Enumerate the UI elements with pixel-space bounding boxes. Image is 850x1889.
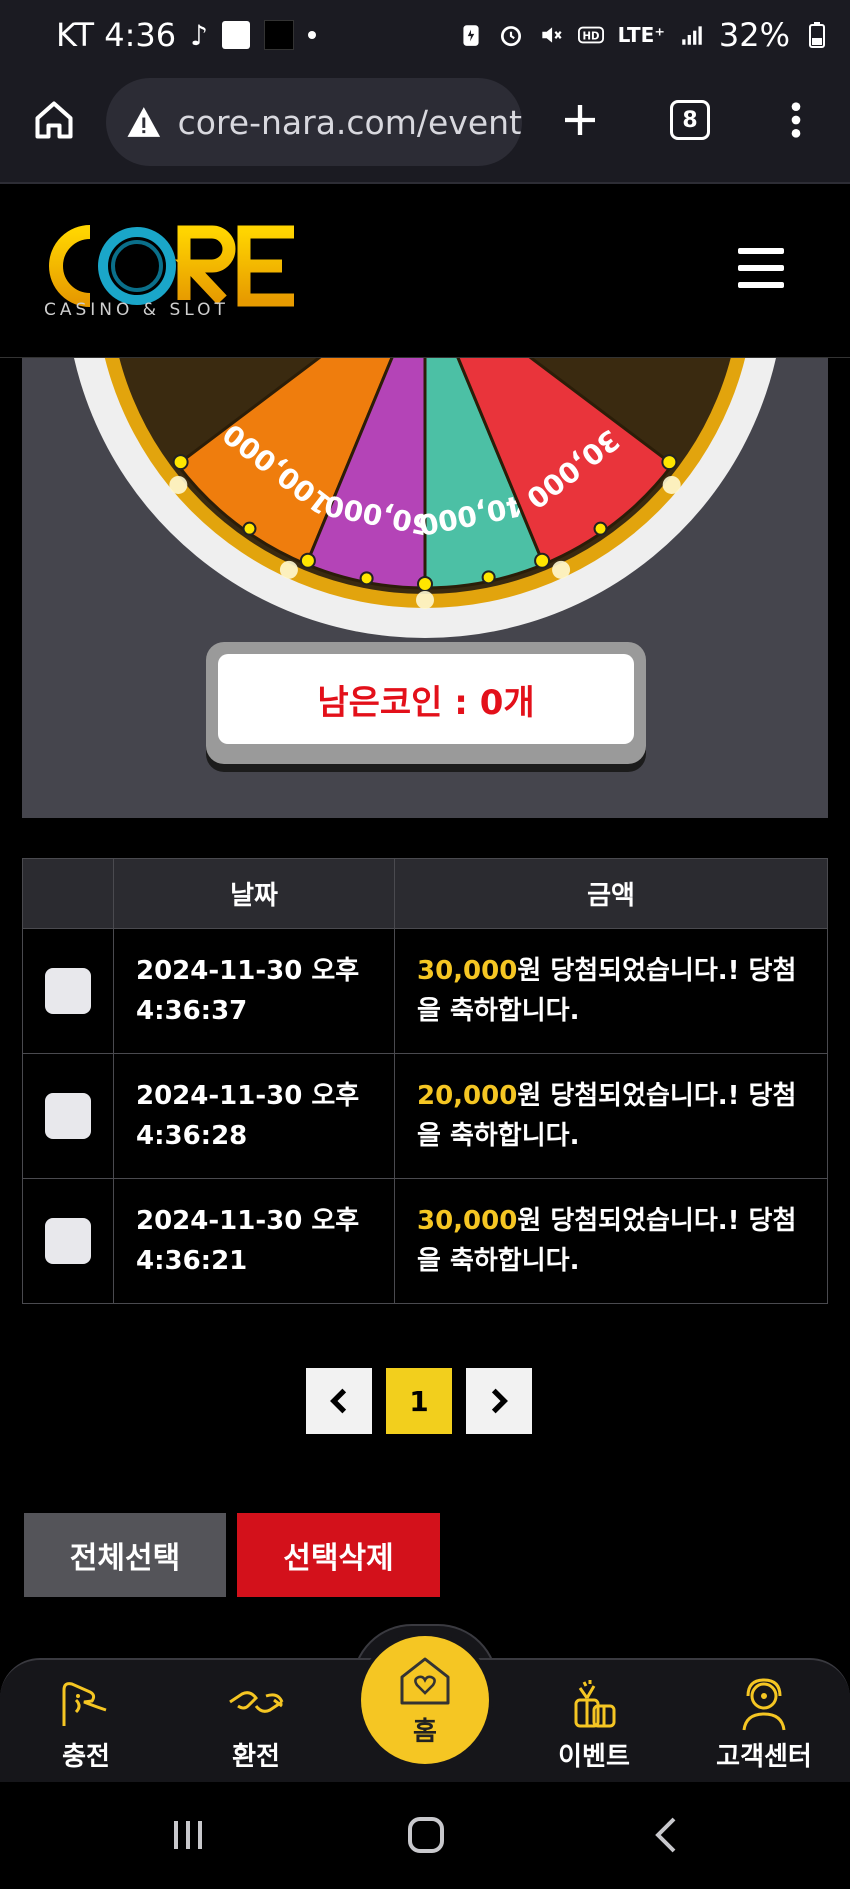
page-1-button[interactable]: 1 — [386, 1368, 452, 1434]
select-all-button[interactable]: 전체선택 — [24, 1513, 226, 1597]
address-bar[interactable]: core-nara.com/event — [106, 78, 522, 166]
nav-charge-label: 충전 — [62, 1742, 110, 1772]
url-text: core-nara.com/event — [177, 102, 522, 142]
alarm-icon — [500, 26, 521, 47]
logo-subtitle: CASINO & SLOT — [44, 300, 229, 320]
row-date: 2024-11-30 오후 — [136, 1206, 360, 1236]
tab-count: 8 — [670, 100, 710, 140]
battery-icon — [809, 22, 825, 48]
nav-support-label: 고객센터 — [716, 1742, 812, 1772]
warning-icon — [127, 107, 161, 137]
signal-icon — [682, 26, 702, 45]
table-header-row: 날짜 금액 — [22, 858, 828, 929]
exchange-hand-icon — [229, 1691, 284, 1713]
delete-selected-button[interactable]: 선택삭제 — [237, 1513, 440, 1597]
remaining-coins-text: 남은코인 : 0개 — [317, 682, 535, 723]
more-menu-icon[interactable] — [766, 90, 826, 150]
site-header: CASINO & SLOT — [0, 186, 850, 358]
wheel-peg — [593, 521, 608, 536]
header-date: 날짜 — [113, 858, 395, 929]
home-icon[interactable] — [24, 90, 84, 150]
recent-apps-icon[interactable] — [158, 1810, 218, 1860]
tab-switcher-button[interactable]: 8 — [660, 90, 720, 150]
android-navigation-bar — [0, 1782, 850, 1889]
wheel-rim-light — [169, 475, 188, 494]
notes-icon — [221, 21, 250, 49]
wheel-peg — [242, 521, 257, 536]
wheel-peg — [661, 454, 678, 471]
win-history-table: 날짜 금액 2024-11-30 오후 4:36:37 30,000원 당첨되었습… — [22, 858, 828, 1304]
roulette-panel: 100,000 50,000 40,000 30,000 남은코인 : 0개 — [22, 358, 828, 818]
row-checkbox[interactable] — [45, 1093, 91, 1139]
home-heart-icon — [400, 1657, 450, 1704]
wheel-rim-light — [416, 591, 434, 609]
hamburger-menu-icon[interactable] — [738, 248, 784, 288]
nav-event[interactable]: 이벤트 — [524, 1676, 664, 1776]
next-page-button[interactable] — [466, 1368, 532, 1434]
wheel-rim-light — [279, 560, 298, 579]
row-date: 2024-11-30 오후 — [136, 1081, 360, 1111]
row-time: 4:36:37 — [136, 996, 248, 1026]
gift-icon — [574, 1680, 616, 1728]
battery-percent: 32% — [718, 16, 790, 54]
row-time: 4:36:28 — [136, 1121, 248, 1151]
wheel-rim-light — [662, 475, 681, 494]
wheel-rim-light — [552, 560, 571, 579]
tiktok-icon: ♪ — [190, 18, 208, 52]
wheel-peg — [417, 576, 433, 592]
status-right: HD LTE⁺ 32% — [458, 16, 830, 54]
row-message-cont: 을 축하합니다. — [417, 996, 580, 1026]
table-row: 2024-11-30 오후 4:36:28 20,000원 당첨되었습니다.! 당… — [22, 1053, 828, 1179]
wheel-peg — [534, 552, 551, 569]
row-message-cont: 을 축하합니다. — [417, 1121, 580, 1151]
nav-exchange[interactable]: 환전 — [186, 1676, 326, 1776]
status-bar: KT 4:36 ♪ HD LTE⁺ 32% — [0, 0, 850, 72]
wheel-peg — [299, 552, 316, 569]
nav-support[interactable]: 고객센터 — [694, 1676, 834, 1776]
browser-toolbar: core-nara.com/event 8 — [0, 72, 850, 184]
prev-page-button[interactable] — [306, 1368, 372, 1434]
row-amount: 20,000 — [417, 1081, 518, 1111]
row-checkbox[interactable] — [45, 1218, 91, 1264]
wheel-peg — [172, 454, 189, 471]
mute-icon — [541, 27, 562, 43]
row-message: 원 당첨되었습니다.! 당첨 — [517, 1081, 797, 1111]
status-left: KT 4:36 ♪ — [56, 16, 316, 54]
row-message: 원 당첨되었습니다.! 당첨 — [517, 956, 797, 986]
app-notification-icon — [263, 20, 294, 50]
chevron-left-icon — [330, 1388, 347, 1414]
wheel-peg — [359, 571, 374, 586]
nav-home-label: 홈 — [413, 1716, 437, 1747]
row-message: 원 당첨되었습니다.! 당첨 — [517, 1206, 797, 1236]
header-check — [22, 858, 114, 929]
hd-voice-icon: HD — [577, 26, 604, 44]
nav-home[interactable]: 홈 — [361, 1636, 489, 1764]
nav-exchange-label: 환전 — [232, 1742, 280, 1772]
table-row: 2024-11-30 오후 4:36:21 30,000원 당첨되었습니다.! 당… — [22, 1178, 828, 1304]
remaining-coins-box: 남은코인 : 0개 — [206, 642, 646, 764]
row-amount: 30,000 — [417, 956, 518, 986]
network-type: LTE⁺ — [617, 23, 665, 47]
chevron-right-icon — [491, 1388, 508, 1414]
table-row: 2024-11-30 오후 4:36:37 30,000원 당첨되었습니다.! 당… — [22, 928, 828, 1054]
svg-text:HD: HD — [582, 32, 599, 43]
nav-event-label: 이벤트 — [558, 1742, 630, 1772]
back-icon[interactable] — [636, 1810, 696, 1860]
new-tab-icon[interactable] — [550, 90, 610, 150]
row-amount: 30,000 — [417, 1206, 518, 1236]
header-amount: 금액 — [394, 858, 828, 929]
row-checkbox[interactable] — [45, 968, 91, 1014]
home-button-icon[interactable] — [396, 1810, 456, 1860]
wheel-peg — [481, 570, 496, 585]
more-notifications-icon — [307, 31, 316, 39]
battery-saver-icon — [462, 25, 479, 46]
nav-charge[interactable]: 충전 — [16, 1676, 156, 1776]
headset-support-icon — [742, 1678, 786, 1731]
charge-hand-icon — [62, 1682, 107, 1726]
carrier-time: KT 4:36 — [56, 16, 177, 54]
pagination: 1 — [306, 1368, 532, 1434]
row-date: 2024-11-30 오후 — [136, 956, 360, 986]
row-time: 4:36:21 — [136, 1246, 248, 1276]
row-message-cont: 을 축하합니다. — [417, 1246, 580, 1276]
